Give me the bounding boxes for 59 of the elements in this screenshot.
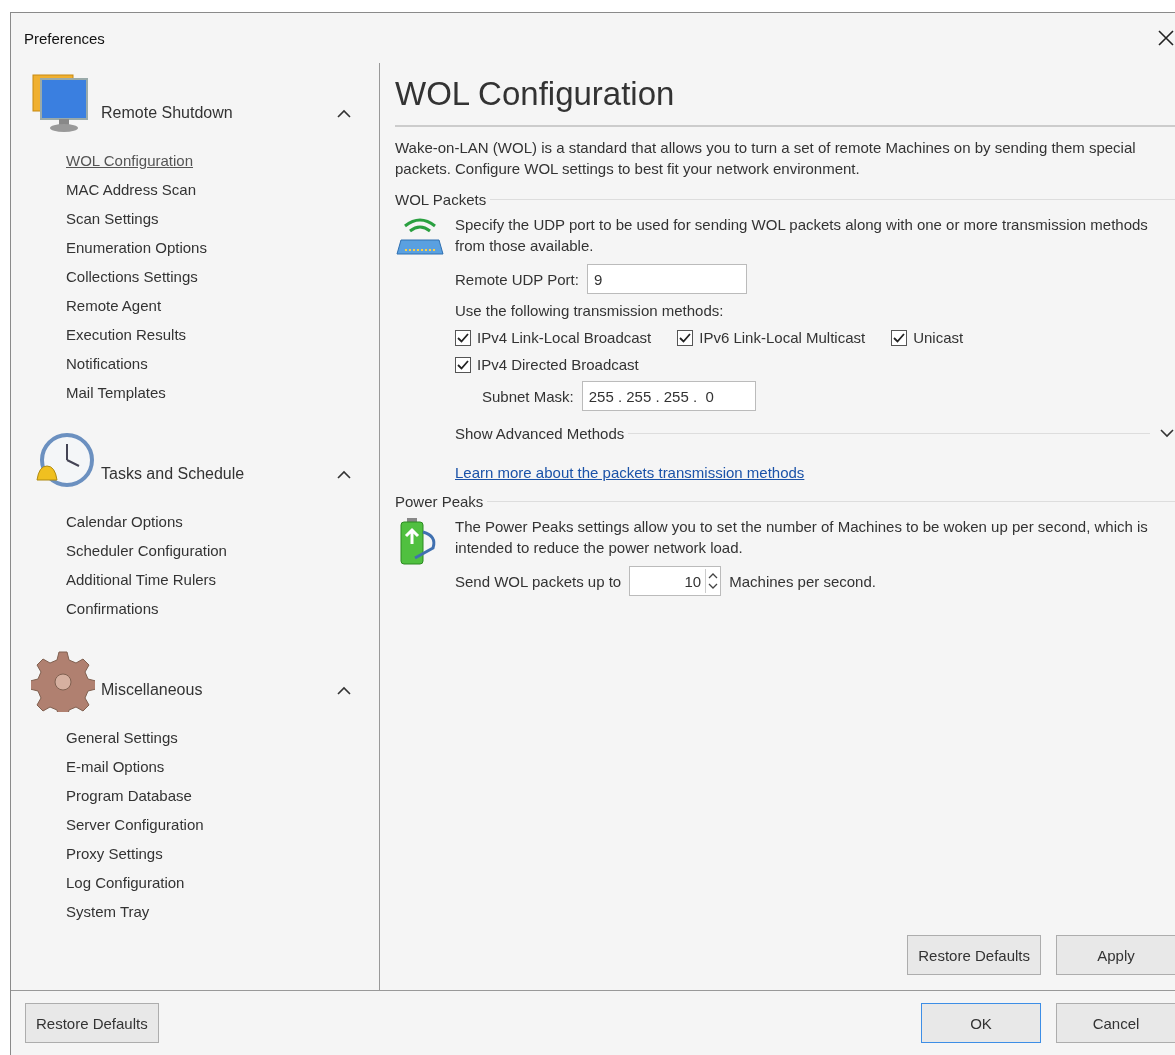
page-button[interactable]: Apply: [1056, 935, 1175, 975]
dialog-button[interactable]: OK: [921, 1003, 1041, 1043]
nav-link[interactable]: Confirmations: [66, 594, 159, 623]
nav-link[interactable]: Scan Settings: [66, 204, 159, 233]
nav-link[interactable]: WOL Configuration: [66, 146, 193, 175]
nav-link[interactable]: System Tray: [66, 897, 150, 926]
expander-label[interactable]: Show Advanced Methods: [455, 425, 625, 442]
checkbox[interactable]: [677, 329, 694, 346]
checkbox-label: Unicast: [913, 329, 964, 346]
port-field[interactable]: 9: [586, 264, 747, 294]
field-label: Remote UDP Port:: [455, 270, 579, 288]
subnet-mask-field[interactable]: 255 . 255 . 255 . 0: [581, 381, 756, 411]
section-header[interactable]: Remote Shutdown: [101, 104, 233, 122]
nav-link[interactable]: Enumeration Options: [66, 233, 207, 262]
restore-defaults-button[interactable]: Restore Defaults: [25, 1003, 159, 1043]
methods-label: Use the following transmission methods:: [455, 302, 724, 319]
section-header[interactable]: Miscellaneous: [101, 681, 203, 699]
nav-link[interactable]: Remote Agent: [66, 291, 162, 320]
nav-link[interactable]: Server Configuration: [66, 810, 204, 839]
expand-chevron-icon[interactable]: [1160, 429, 1174, 438]
checkbox-label: IPv6 Link-Local Multicast: [699, 329, 866, 346]
nav-link[interactable]: Mail Templates: [66, 378, 166, 407]
nav-link[interactable]: Proxy Settings: [66, 839, 163, 868]
nav-link[interactable]: Program Database: [66, 781, 192, 810]
section-header[interactable]: Tasks and Schedule: [101, 465, 245, 483]
checkbox[interactable]: [455, 329, 471, 346]
checkbox[interactable]: [891, 329, 908, 346]
nav-link[interactable]: Calendar Options: [66, 507, 183, 536]
dialog-button[interactable]: Cancel: [1056, 1003, 1175, 1043]
page-description: Wake-on-LAN (WOL) is a standard that allows you to turn a set of remote Machines on by sending them special packets. Configure WOL settings to best fit your network environment.: [395, 138, 1137, 179]
nav-link[interactable]: MAC Address Scan: [66, 175, 197, 204]
collapse-chevron-icon[interactable]: [337, 685, 351, 695]
checkbox-label: IPv4 Directed Broadcast: [477, 356, 639, 373]
field-label: Send WOL packets up to: [455, 572, 622, 590]
collapse-chevron-icon[interactable]: [337, 108, 351, 118]
gear-icon: [31, 648, 95, 712]
checkbox[interactable]: [455, 356, 471, 373]
section-description: Specify the UDP port to be used for sending WOL packets along with one or more transmission methods from those available.: [455, 215, 1149, 256]
nav-link[interactable]: Additional Time Rulers: [66, 565, 217, 594]
field-suffix: Machines per second.: [729, 572, 876, 590]
number-spinner[interactable]: 10: [629, 566, 722, 596]
nav-link[interactable]: Collections Settings: [66, 262, 198, 291]
section-heading: WOL Packets: [395, 191, 487, 208]
help-link[interactable]: Learn more about the packets transmission methods: [455, 464, 805, 481]
nav-link[interactable]: Scheduler Configuration: [66, 536, 227, 565]
checkbox-label: IPv4 Link-Local Broadcast: [477, 329, 652, 346]
page-title: WOL Configuration: [395, 75, 1175, 127]
close-icon[interactable]: [1157, 29, 1175, 47]
nav-link[interactable]: Notifications: [66, 349, 148, 378]
collapse-chevron-icon[interactable]: [337, 469, 351, 479]
nav-link[interactable]: Log Configuration: [66, 868, 185, 897]
section-description: The Power Peaks settings allow you to set the number of Machines to be woken up per second, which is intended to reduce the power network load.: [455, 517, 1149, 558]
nav-link[interactable]: Execution Results: [66, 320, 187, 349]
nav-link[interactable]: E-mail Options: [66, 752, 165, 781]
field-label: Subnet Mask:: [482, 387, 574, 405]
section-heading: Power Peaks: [395, 493, 484, 510]
nav-link[interactable]: General Settings: [66, 723, 178, 752]
window-title: Preferences: [24, 29, 105, 47]
page-button[interactable]: Restore Defaults: [907, 935, 1041, 975]
